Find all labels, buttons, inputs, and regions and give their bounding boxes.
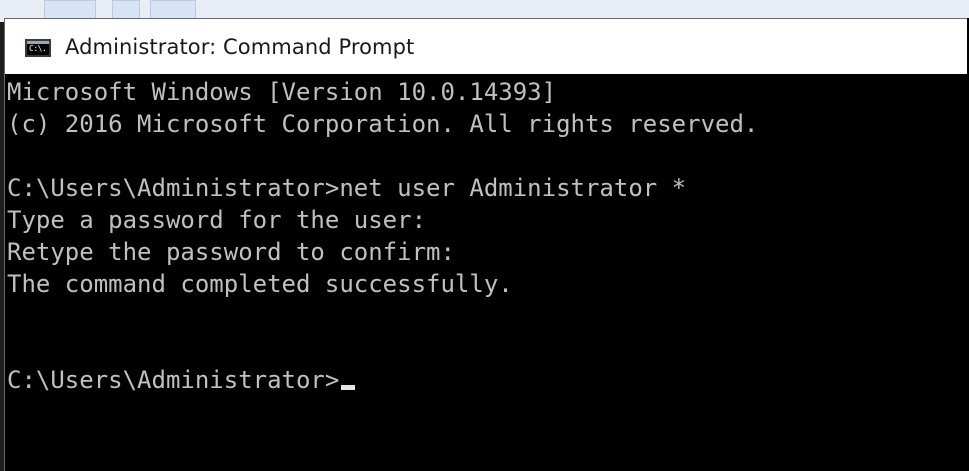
console-output[interactable]: Microsoft Windows [Version 10.0.14393] (… [5, 74, 969, 471]
console-line: (c) 2016 Microsoft Corporation. All righ… [7, 110, 759, 138]
prompt-text: C:\Users\Administrator> [7, 366, 340, 394]
prompt-line[interactable]: C:\Users\Administrator> [7, 364, 969, 396]
console-line: Microsoft Windows [Version 10.0.14393] [7, 78, 557, 106]
console-line: The command completed successfully. [7, 270, 513, 298]
window-title: Administrator: Command Prompt [65, 34, 415, 59]
text-cursor [341, 385, 356, 390]
console-line: Type a password for the user: [7, 206, 427, 234]
screen: C:\. Administrator: Command Prompt Micro… [0, 0, 969, 471]
console-line: C:\Users\Administrator>net user Administ… [7, 174, 687, 202]
icon-label: C:\. [29, 43, 47, 53]
title-bar[interactable]: C:\. Administrator: Command Prompt [5, 19, 969, 74]
cmd-app-icon[interactable]: C:\. [25, 38, 51, 57]
taskbar-button[interactable] [112, 0, 140, 20]
command-prompt-window[interactable]: C:\. Administrator: Command Prompt Micro… [4, 18, 969, 471]
console-line: Retype the password to confirm: [7, 238, 455, 266]
taskbar-button[interactable] [150, 0, 196, 20]
taskbar-button[interactable] [44, 0, 96, 20]
